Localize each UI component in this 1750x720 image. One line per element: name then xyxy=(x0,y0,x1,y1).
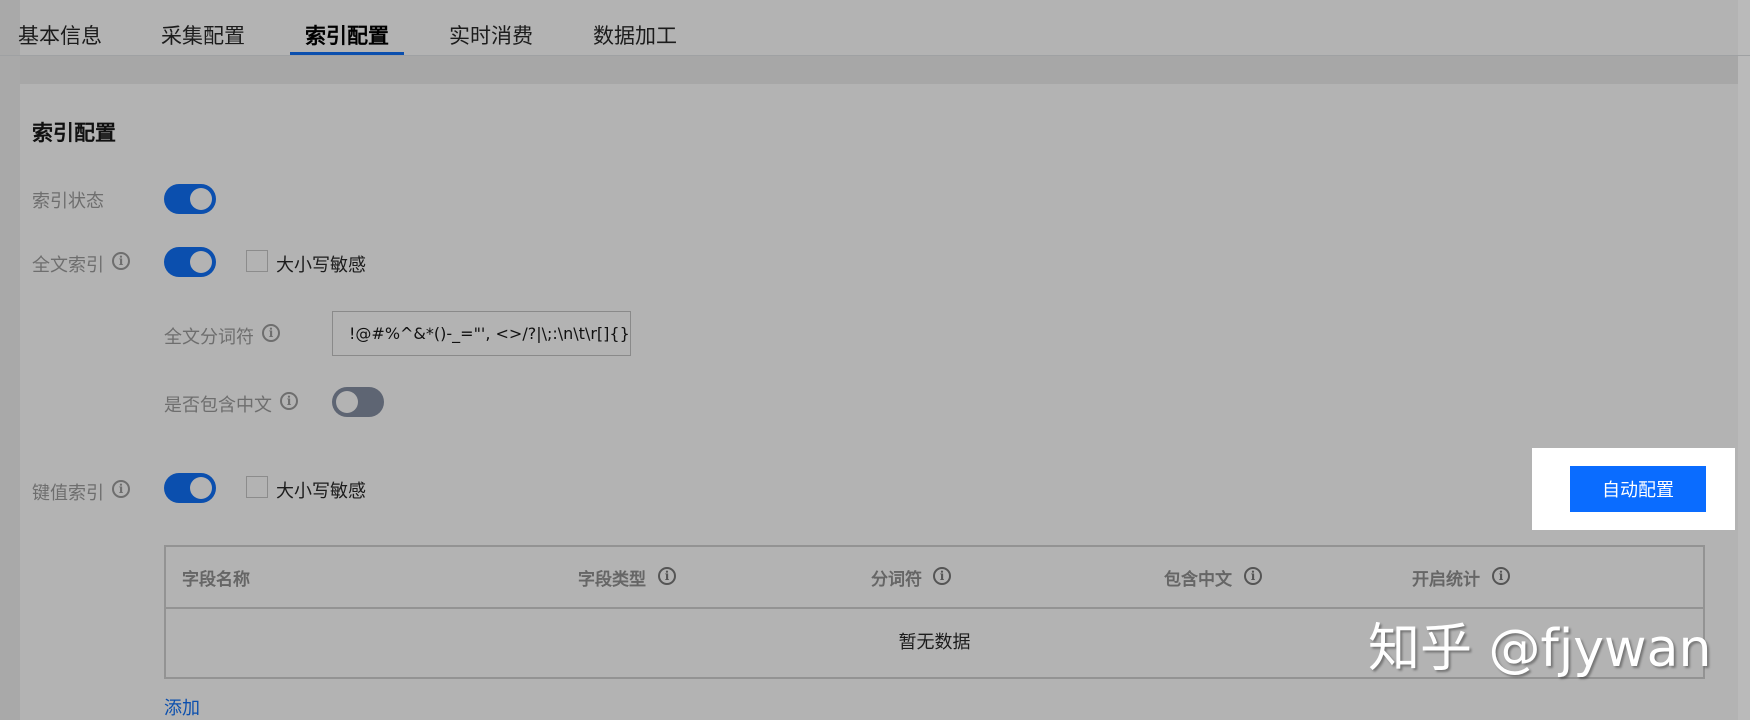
column-header-enable-stats: 开启统计 xyxy=(1412,570,1480,590)
left-strip xyxy=(0,0,20,720)
column-header-delimiter: 分词符 xyxy=(871,570,922,590)
contains-chinese-toggle[interactable] xyxy=(332,387,384,417)
fulltext-index-label: 全文索引 xyxy=(32,255,104,276)
section-title: 索引配置 xyxy=(32,121,116,145)
tab-data-processing[interactable]: 数据加工 xyxy=(593,20,677,54)
kv-case-sensitive-label: 大小写敏感 xyxy=(276,481,366,502)
info-icon[interactable]: i xyxy=(933,567,951,585)
fulltext-case-sensitive-label: 大小写敏感 xyxy=(276,255,366,276)
info-icon[interactable]: i xyxy=(658,567,676,585)
contains-chinese-label: 是否包含中文 xyxy=(164,395,272,416)
table-header: 字段名称 字段类型 i 分词符 i 包含中文 i 开启统计 i xyxy=(166,547,1703,609)
tab-bar: 基本信息 采集配置 索引配置 实时消费 数据加工 xyxy=(0,0,1750,56)
tab-collection-config[interactable]: 采集配置 xyxy=(161,20,245,54)
fulltext-index-toggle[interactable] xyxy=(164,247,216,277)
toggle-knob xyxy=(336,391,358,413)
tab-basic-info[interactable]: 基本信息 xyxy=(18,20,102,54)
column-header-field-name: 字段名称 xyxy=(182,570,250,590)
toggle-knob xyxy=(190,188,212,210)
active-tab-indicator xyxy=(290,52,404,55)
index-status-toggle[interactable] xyxy=(164,184,216,214)
tab-realtime-consume[interactable]: 实时消费 xyxy=(449,20,533,54)
watermark: 知乎 @fjywan xyxy=(1368,619,1712,679)
header-band xyxy=(20,56,1738,84)
toggle-knob xyxy=(190,251,212,273)
auto-config-button[interactable]: 自动配置 xyxy=(1570,466,1706,512)
kv-index-toggle[interactable] xyxy=(164,473,216,503)
fulltext-case-sensitive-checkbox[interactable] xyxy=(246,250,268,272)
info-icon[interactable]: i xyxy=(1492,567,1510,585)
info-icon[interactable]: i xyxy=(112,480,130,498)
column-header-contains-chinese: 包含中文 xyxy=(1164,570,1232,590)
index-status-label: 索引状态 xyxy=(32,191,104,212)
kv-case-sensitive-checkbox[interactable] xyxy=(246,476,268,498)
toggle-knob xyxy=(190,477,212,499)
info-icon[interactable]: i xyxy=(112,252,130,270)
fulltext-delimiter-input[interactable]: !@#%^&*()-_="', <>/?|\;:\n\t\r[]{} xyxy=(332,311,631,356)
kv-index-label: 键值索引 xyxy=(32,483,104,504)
info-icon[interactable]: i xyxy=(280,392,298,410)
tab-index-config[interactable]: 索引配置 xyxy=(305,20,389,54)
info-icon[interactable]: i xyxy=(1244,567,1262,585)
add-field-link[interactable]: 添加 xyxy=(164,694,200,720)
column-header-field-type: 字段类型 xyxy=(578,570,646,590)
fulltext-delimiter-label: 全文分词符 xyxy=(164,327,254,348)
right-scroll-strip xyxy=(1738,0,1750,720)
info-icon[interactable]: i xyxy=(262,324,280,342)
